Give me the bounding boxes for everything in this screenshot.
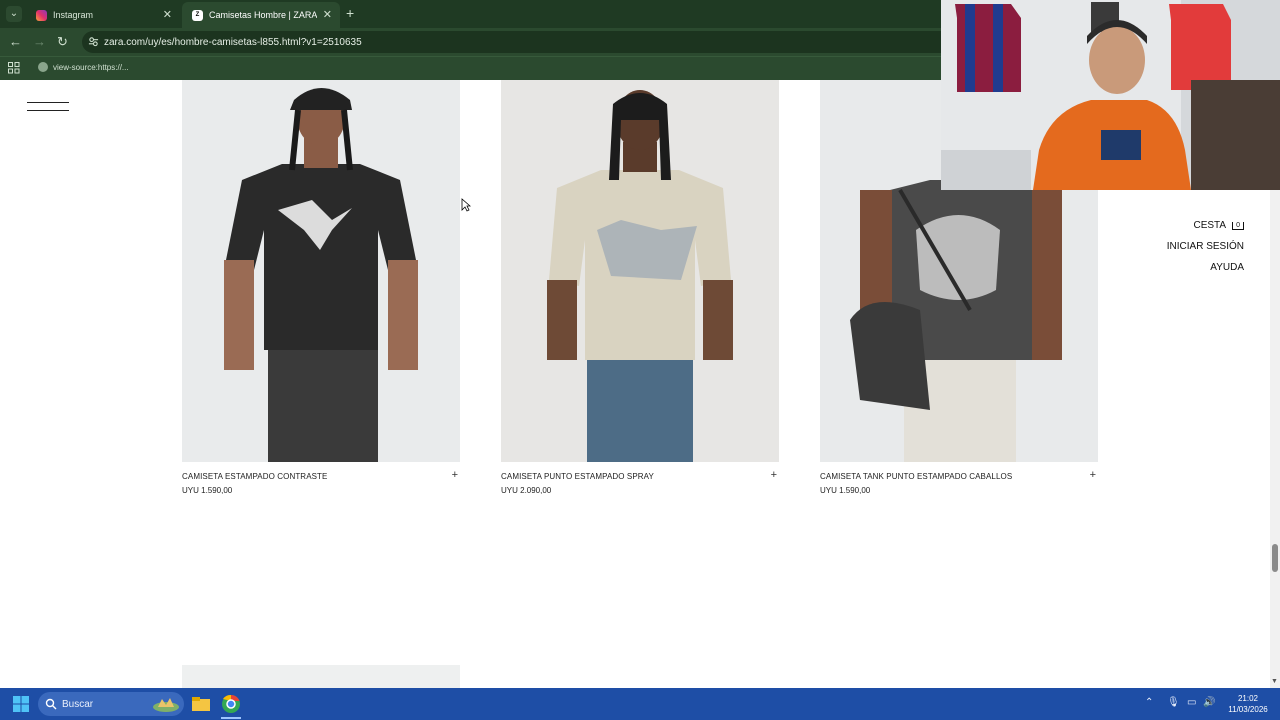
account-nav: CESTA 0 INICIAR SESIÓN AYUDA [1167,220,1244,283]
windows-taskbar: Buscar ⌃ 🎙 ▭ 🔊 21:02 11/03/2026 [0,688,1280,720]
tab-label: Camisetas Hombre | ZARA Urugu [209,10,317,20]
system-clock[interactable]: 21:02 11/03/2026 [1222,693,1274,715]
zara-favicon: Z [192,9,203,21]
cart-count-badge: 0 [1232,222,1244,230]
cart-link[interactable]: CESTA 0 [1167,220,1244,241]
product-image-model-black-tee[interactable] [182,80,460,462]
tab-list-chevron-icon[interactable]: ⌄ [6,6,22,22]
forward-arrow-icon[interactable]: → [33,34,46,49]
close-tab-icon[interactable]: ✕ [163,8,172,21]
tab-zara[interactable]: Z Camisetas Hombre | ZARA Urugu ✕ [182,2,340,28]
url-text: zara.com/uy/es/hombre-camisetas-l855.htm… [104,36,362,48]
chrome-icon[interactable] [220,693,242,715]
webcam-overlay [941,0,1280,190]
file-explorer-icon[interactable] [190,693,212,715]
apps-grid-icon[interactable] [8,62,20,74]
scroll-down-arrow-icon[interactable]: ▼ [1271,678,1278,685]
bookmark-view-source[interactable]: view-source:https://... [38,62,129,72]
microphone-icon[interactable]: 🎙 [1167,697,1180,708]
address-bar[interactable]: zara.com/uy/es/hombre-camisetas-l855.htm… [82,31,952,53]
add-to-cart-plus-icon[interactable]: + [1090,469,1096,481]
instagram-icon [36,9,47,21]
product-image-model-beige-tee[interactable] [501,80,779,462]
search-placeholder: Buscar [62,698,94,710]
tab-instagram[interactable]: Instagram ✕ [26,2,180,28]
add-to-cart-plus-icon[interactable]: + [452,469,458,481]
product-name[interactable]: CAMISETA PUNTO ESTAMPADO SPRAY [501,472,654,481]
close-tab-icon[interactable]: ✕ [323,8,332,21]
taskbar-search-box[interactable]: Buscar [38,692,184,716]
cart-label: CESTA [1193,220,1227,231]
windows-start-icon[interactable] [13,696,29,712]
product-name[interactable]: CAMISETA TANK PUNTO ESTAMPADO CABALLOS [820,472,1012,481]
help-link[interactable]: AYUDA [1167,262,1244,283]
product-card[interactable]: CAMISETA ESTAMPADO CONTRASTE UYU 1.590,0… [182,80,460,495]
search-icon [45,698,57,710]
tray-chevron-up-icon[interactable]: ⌃ [1145,697,1153,708]
volume-icon[interactable]: 🔊 [1203,697,1215,708]
active-app-indicator [221,717,241,719]
product-price: UYU 2.090,00 [501,486,552,495]
mouse-cursor-icon [461,198,471,212]
login-link[interactable]: INICIAR SESIÓN [1167,241,1244,262]
scrollbar-thumb[interactable] [1272,544,1278,572]
hamburger-menu-icon[interactable] [27,100,69,112]
bookmark-label: view-source:https://... [53,62,129,72]
clock-date: 11/03/2026 [1228,705,1268,714]
reload-icon[interactable]: ↻ [57,34,68,50]
add-to-cart-plus-icon[interactable]: + [771,469,777,481]
product-price: UYU 1.590,00 [182,486,233,495]
new-tab-plus-icon[interactable]: + [346,5,354,21]
back-arrow-icon[interactable]: ← [9,34,22,49]
product-price: UYU 1.590,00 [820,486,871,495]
product-card[interactable]: CAMISETA PUNTO ESTAMPADO SPRAY UYU 2.090… [501,80,779,495]
product-name[interactable]: CAMISETA ESTAMPADO CONTRASTE [182,472,327,481]
tab-label: Instagram [53,10,94,20]
site-info-icon[interactable] [88,36,99,47]
clock-time: 21:02 [1237,694,1259,703]
search-highlight-illustration-icon [153,698,179,712]
globe-icon [38,62,48,72]
network-icon[interactable]: ▭ [1187,697,1196,708]
product-image-next-row[interactable] [182,665,460,688]
